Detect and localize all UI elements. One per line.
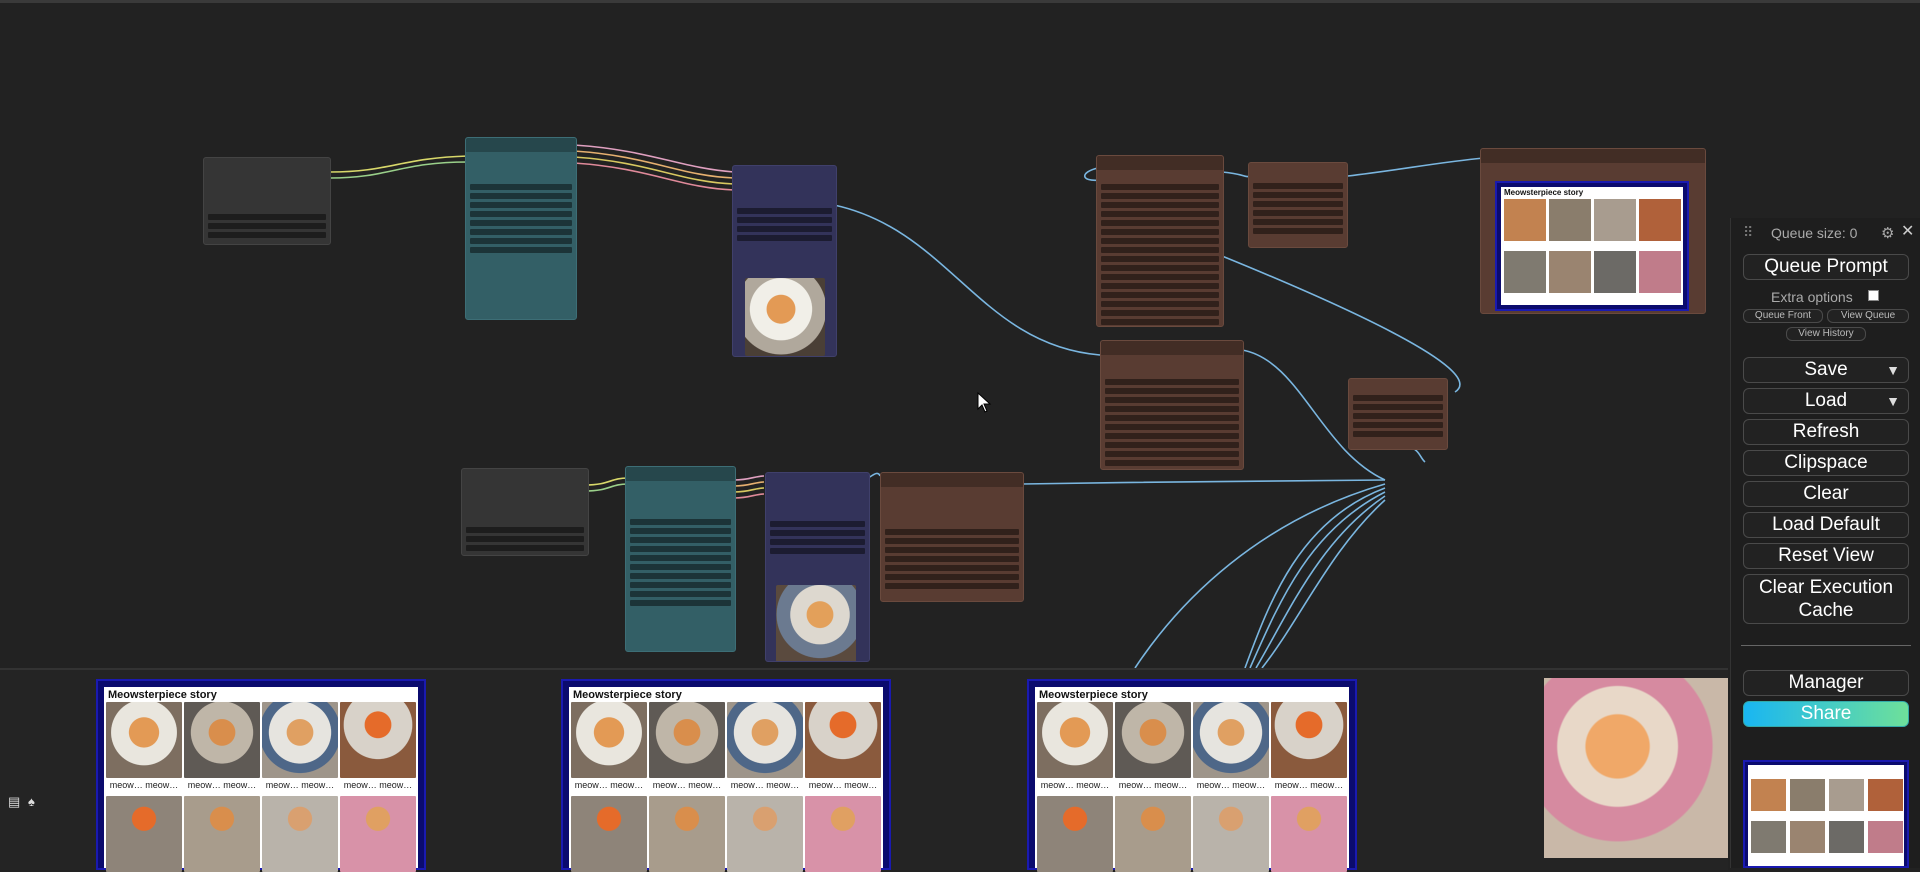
drag-handle-icon[interactable]: ⠿	[1743, 224, 1753, 241]
image-gallery[interactable]: ▤ ♠ Meowsterpiece story meow… meow… meow…	[0, 668, 1728, 872]
clear-button[interactable]: Clear	[1743, 481, 1909, 507]
reset-view-button[interactable]: Reset View	[1743, 543, 1909, 569]
processing-node[interactable]	[880, 472, 1024, 602]
mouse-cursor-icon	[977, 392, 992, 413]
link	[1221, 255, 1461, 393]
loader-node[interactable]	[461, 468, 589, 556]
dropdown-arrow-icon[interactable]: ▼	[1886, 358, 1900, 382]
gallery-caption: meow… meow…	[652, 780, 722, 790]
gallery-card-title: Meowsterpiece story	[1039, 689, 1148, 701]
gallery-caption: meow… meow…	[730, 780, 800, 790]
processing-node[interactable]	[1348, 378, 1448, 450]
clipspace-button[interactable]: Clipspace	[1743, 450, 1909, 476]
gallery-caption: meow… meow…	[1274, 780, 1344, 790]
gallery-card-title: Meowsterpiece story	[108, 689, 217, 701]
processing-node[interactable]	[1096, 155, 1224, 327]
link	[1221, 171, 1251, 178]
view-queue-button[interactable]: View Queue	[1827, 309, 1909, 323]
gallery-caption: meow… meow…	[265, 780, 335, 790]
refresh-button[interactable]: Refresh	[1743, 419, 1909, 445]
link	[1347, 157, 1485, 177]
separator	[1741, 645, 1911, 646]
gallery-caption: meow… meow…	[187, 780, 257, 790]
document-icon[interactable]: ▤	[8, 794, 20, 810]
gallery-card[interactable]: Meowsterpiece story meow… meow… meow… me…	[561, 679, 891, 872]
gallery-caption: meow… meow…	[343, 780, 413, 790]
queue-size-label: Queue size: 0	[1771, 225, 1858, 241]
preview-image	[776, 585, 856, 661]
clear-execution-cache-button[interactable]: Clear Execution Cache	[1743, 574, 1909, 624]
gallery-card[interactable]: Meowsterpiece story meow… meow… meow… me…	[1027, 679, 1357, 872]
text-encode-node[interactable]	[465, 137, 577, 320]
close-icon[interactable]: ✕	[1901, 221, 1914, 241]
text-encode-node[interactable]	[625, 466, 736, 652]
sidebar-preview-image[interactable]	[1743, 760, 1909, 868]
link	[733, 481, 765, 487]
link	[733, 487, 765, 493]
gallery-caption: meow… meow…	[1040, 780, 1110, 790]
gallery-caption: meow… meow…	[808, 780, 878, 790]
gear-icon[interactable]: ⚙	[1881, 224, 1894, 242]
preview-image	[745, 278, 825, 356]
gallery-caption: meow… meow…	[1196, 780, 1266, 790]
load-default-button[interactable]: Load Default	[1743, 512, 1909, 538]
image-preview-node[interactable]: Meowsterpiece story	[1480, 148, 1706, 314]
gallery-card-title: Meowsterpiece story	[573, 689, 682, 701]
extra-options-label: Extra options	[1771, 289, 1853, 305]
queue-prompt-label: Queue Prompt	[1764, 256, 1888, 277]
save-label: Save	[1804, 359, 1848, 380]
gallery-caption: meow… meow…	[1118, 780, 1188, 790]
link	[573, 156, 735, 185]
link	[833, 204, 1101, 356]
link	[1021, 479, 1386, 485]
load-label: Load	[1804, 390, 1848, 411]
preview-title: Meowsterpiece story	[1504, 188, 1584, 197]
sampler-node[interactable]	[732, 165, 837, 357]
link	[733, 475, 765, 481]
queue-sidebar: ⠿ Queue size: 0 ⚙ ✕ Queue Prompt Extra o…	[1730, 218, 1920, 868]
loader-node[interactable]	[203, 157, 331, 245]
sampler-node[interactable]	[765, 472, 870, 662]
dropdown-arrow-icon[interactable]: ▼	[1886, 389, 1900, 413]
link	[1255, 495, 1386, 669]
gallery-image[interactable]	[1544, 678, 1728, 858]
view-history-button[interactable]: View History	[1786, 327, 1866, 341]
link	[1244, 487, 1386, 669]
gallery-caption: meow… meow…	[574, 780, 644, 790]
extra-options-checkbox[interactable]	[1868, 290, 1879, 301]
queue-header: ⠿ Queue size: 0 ⚙ ✕	[1731, 218, 1920, 248]
queue-prompt-button[interactable]: Queue Prompt	[1743, 254, 1909, 280]
share-button[interactable]: Share	[1743, 701, 1909, 727]
link	[733, 493, 765, 499]
load-button[interactable]: Load ▼	[1743, 388, 1909, 414]
save-button[interactable]: Save ▼	[1743, 357, 1909, 383]
link	[1134, 483, 1386, 669]
gallery-caption: meow… meow…	[109, 780, 179, 790]
queue-front-button[interactable]: Queue Front	[1743, 309, 1823, 323]
pin-icon[interactable]: ♠	[28, 794, 35, 809]
manager-button[interactable]: Manager	[1743, 670, 1909, 696]
processing-node[interactable]	[1100, 340, 1244, 470]
gallery-card[interactable]: Meowsterpiece story meow… meow… meow… me…	[96, 679, 426, 872]
processing-node[interactable]	[1248, 162, 1348, 248]
